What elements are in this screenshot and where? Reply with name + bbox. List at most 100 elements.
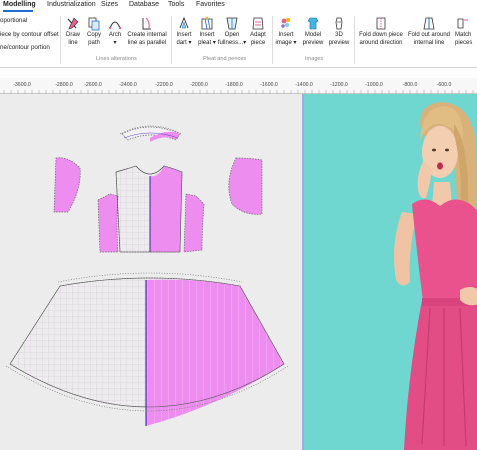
ribbon-separator (272, 16, 273, 64)
arch-icon (108, 21, 122, 30)
adapt-piece-label-1: Adapt (250, 32, 266, 38)
3d-preview-label-1: 3D (335, 32, 343, 38)
insert-dart-label-1: Insert (176, 32, 192, 38)
app-window: Modelling Industrialization Sizes Databa… (0, 0, 477, 450)
copy-path-label-2: path (88, 40, 100, 46)
pattern-drawing (5, 125, 289, 426)
ribbon-separator (354, 16, 355, 64)
option-contour-offset[interactable]: iece by contour offset (0, 31, 59, 38)
insert-image-label-2: image ▾ (275, 40, 297, 46)
menu-modelling[interactable]: Modelling (3, 1, 36, 8)
right-sleeve-piece[interactable] (228, 157, 263, 215)
adapt-piece-label-2: piece (250, 40, 266, 46)
left-side-panel-piece[interactable] (97, 193, 119, 253)
match-pieces-label-1: Match (455, 32, 472, 38)
fold-down-label-2: around direction (359, 40, 403, 46)
fold-out-label-1: Fold out around (407, 32, 451, 38)
model-photo (304, 94, 477, 450)
bodice-front-piece[interactable] (115, 165, 183, 253)
adapt-piece-icon (252, 17, 264, 30)
open-fullness-label-2: fullness...▾ (217, 40, 247, 46)
ruler-tick-label: -2000.0 (190, 82, 208, 88)
horizontal-ruler[interactable]: -3600.0 -2800.0 -2600.0 -2400.0 -2200.0 … (0, 78, 477, 94)
model-preview-button[interactable]: Model preview (300, 16, 326, 47)
ruler-tick-label: -1800.0 (225, 82, 243, 88)
create-internal-line-button[interactable]: Create internal line as parallel (126, 16, 168, 47)
menu-favorites[interactable]: Favorites (196, 1, 225, 8)
ribbon-separator (60, 16, 61, 64)
draw-line-icon (67, 17, 79, 30)
arch-button[interactable]: Arch ▾ (106, 16, 124, 47)
menu-bar: Modelling Industrialization Sizes Databa… (0, 0, 477, 12)
model-preview-label-2: preview (302, 40, 324, 46)
insert-dart-icon (179, 16, 189, 29)
insert-image-label-1: Insert (278, 32, 294, 38)
group-label-lines-alterations: Lines alterations (96, 56, 137, 62)
insert-image-button[interactable]: Insert image ▾ (275, 16, 297, 47)
arch-label-1: Arch (108, 32, 122, 38)
inserted-model-image[interactable] (302, 94, 477, 450)
ruler-tick-label: -600.0 (436, 82, 452, 88)
internal-line-label-2: line as parallel (127, 40, 167, 46)
menu-tools[interactable]: Tools (168, 1, 184, 8)
insert-pleat-icon (201, 16, 213, 30)
ribbon-toolbar: oportional iece by contour offset ne/con… (0, 12, 477, 68)
match-pieces-label-2: pieces (455, 40, 473, 46)
option-contour-portion[interactable]: ne/contour portion (0, 44, 50, 51)
ribbon-separator (171, 16, 172, 64)
draw-line-label-2: line (68, 40, 78, 46)
toolbar-spacer (0, 68, 477, 78)
insert-dart-label-2: dart ▾ (176, 40, 192, 46)
ruler-tick-label: -2600.0 (84, 82, 102, 88)
insert-pleat-button[interactable]: Insert pleat ▾ (196, 16, 218, 47)
3d-preview-icon (335, 17, 343, 30)
ruler-tick-label: -800.0 (402, 82, 418, 88)
model-preview-label-1: Model (304, 32, 322, 38)
ruler-tick-label: -2200.0 (155, 82, 173, 88)
ruler-tick-label: -1600.0 (260, 82, 278, 88)
fold-out-button[interactable]: Fold out around internal line (406, 16, 452, 47)
right-side-panel-piece[interactable] (183, 193, 205, 253)
fold-down-icon (376, 17, 386, 30)
ruler-tick-label: -2400.0 (119, 82, 137, 88)
fold-out-label-2: internal line (413, 40, 445, 46)
copy-path-label-1: Copy (86, 32, 101, 38)
3d-preview-button[interactable]: 3D preview (328, 16, 350, 47)
adapt-piece-button[interactable]: Adapt piece (248, 16, 268, 47)
open-fullness-icon (226, 17, 238, 30)
open-fullness-label-1: Open (224, 32, 240, 38)
insert-pleat-label-2: pleat ▾ (198, 40, 216, 46)
internal-line-icon (142, 17, 151, 30)
left-sleeve-piece[interactable] (53, 157, 81, 213)
option-proportional[interactable]: oportional (0, 17, 27, 24)
insert-dart-button[interactable]: Insert dart ▾ (174, 16, 194, 47)
collar-piece[interactable] (119, 125, 183, 142)
copy-path-button[interactable]: Copy path (85, 16, 103, 47)
internal-line-label-1: Create internal (127, 32, 167, 38)
match-pieces-icon (457, 18, 468, 29)
fold-down-piece-button[interactable]: Fold down piece around direction (357, 16, 405, 47)
draw-line-label-1: Draw (65, 32, 80, 38)
ruler-tick-label: -2800.0 (55, 82, 73, 88)
insert-pleat-label-1: Insert (199, 32, 215, 38)
3d-preview-label-2: preview (328, 40, 350, 46)
insert-image-icon (281, 18, 290, 28)
menu-industrialization[interactable]: Industrialization (47, 1, 96, 8)
model-preview-icon (307, 17, 319, 30)
ruler-tick-label: -1400.0 (295, 82, 313, 88)
menu-database[interactable]: Database (129, 1, 159, 8)
group-label-images: Images (305, 56, 324, 62)
ruler-tick-label: -3600.0 (13, 82, 31, 88)
skirt-piece[interactable] (5, 272, 289, 426)
arch-label-2: ▾ (113, 40, 117, 46)
draw-line-button[interactable]: Draw line (64, 16, 82, 47)
ruler-tick-label: -1200.0 (330, 82, 348, 88)
match-pieces-button[interactable]: Match pieces (455, 16, 477, 47)
fold-down-label-1: Fold down piece (359, 32, 403, 38)
copy-path-icon (88, 17, 100, 31)
group-label-pleat-and-pences: Pleat and pences (203, 56, 247, 62)
open-fullness-button[interactable]: Open fullness...▾ (218, 16, 246, 47)
menu-sizes[interactable]: Sizes (101, 1, 118, 8)
fold-out-icon (423, 17, 435, 30)
ruler-tick-label: -1000.0 (365, 82, 383, 88)
